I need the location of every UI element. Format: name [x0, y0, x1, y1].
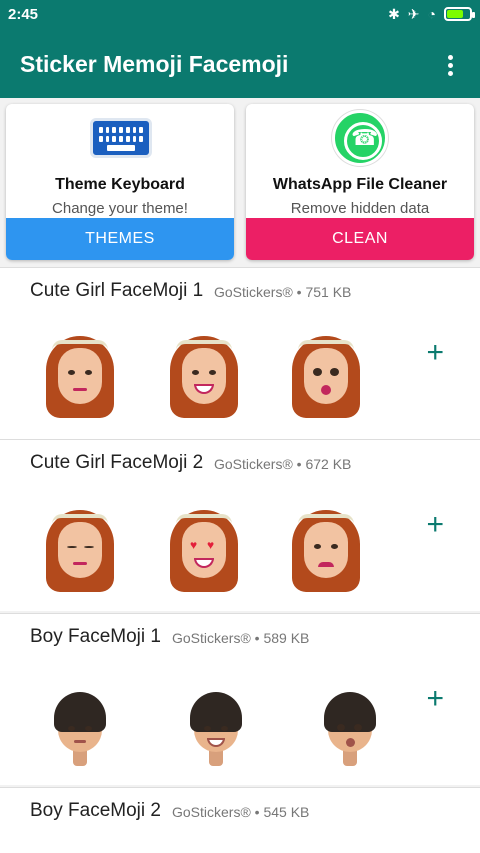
add-pack-button[interactable]: + [426, 338, 444, 368]
sticker-image [40, 684, 120, 780]
status-time: 2:45 [8, 6, 39, 23]
sticker-image [40, 330, 120, 426]
keyboard-icon [90, 118, 152, 158]
sticker-image [286, 504, 366, 600]
bluetooth-icon: ✱ [388, 6, 400, 22]
pack-name: Boy FaceMoji 1 [30, 626, 161, 647]
sticker-pack[interactable]: Boy FaceMoji 2 GoStickers® • 545 KB [0, 787, 480, 853]
pack-name: Cute Girl FaceMoji 2 [30, 452, 204, 473]
sticker-pack[interactable]: Cute Girl FaceMoji 2 GoStickers® • 672 K… [0, 439, 480, 611]
promo-subtitle: Remove hidden data [290, 200, 430, 217]
battery-charging-icon [444, 7, 475, 21]
pack-name: Cute Girl FaceMoji 1 [30, 280, 204, 301]
whatsapp-icon [332, 110, 388, 166]
sticker-pack[interactable]: Cute Girl FaceMoji 1 GoStickers® • 751 K… [0, 267, 480, 439]
add-pack-button[interactable]: + [426, 684, 444, 714]
promo-subtitle: Change your theme! [52, 200, 188, 217]
pack-meta: GoStickers® • 672 KB [214, 456, 352, 472]
pack-meta: GoStickers® • 751 KB [214, 284, 352, 300]
sticker-pack[interactable]: Boy FaceMoji 1 GoStickers® • 589 KB + [0, 613, 480, 785]
sticker-image [164, 330, 244, 426]
sticker-image [310, 684, 390, 780]
promo-title: Theme Keyboard [55, 176, 185, 193]
promo-card-whatsapp-cleaner[interactable]: WhatsApp File Cleaner Remove hidden data… [246, 104, 474, 260]
more-vert-icon[interactable] [438, 50, 462, 80]
sticker-image: ♥ ♥ [164, 504, 244, 600]
pack-meta: GoStickers® • 545 KB [172, 804, 310, 820]
add-pack-button[interactable]: + [426, 510, 444, 540]
status-icons: ✱ ✈ ◔ [388, 6, 475, 22]
wifi-icon: ◔ [427, 6, 436, 22]
themes-button[interactable]: THEMES [6, 218, 234, 260]
sticker-image [176, 684, 256, 780]
sticker-image [40, 504, 120, 600]
status-bar: 2:45 ✱ ✈ ◔ [0, 0, 480, 30]
pack-name: Boy FaceMoji 2 [30, 800, 161, 821]
airplane-icon: ✈ [407, 6, 420, 22]
app-title: Sticker Memoji Facemoji [20, 51, 289, 77]
sticker-image [286, 330, 366, 426]
promo-card-theme-keyboard[interactable]: Theme Keyboard Change your theme! THEMES [6, 104, 234, 260]
pack-meta: GoStickers® • 589 KB [172, 630, 310, 646]
promo-title: WhatsApp File Cleaner [272, 176, 448, 193]
app-bar: Sticker Memoji Facemoji [0, 30, 480, 98]
clean-button[interactable]: CLEAN [246, 218, 474, 260]
